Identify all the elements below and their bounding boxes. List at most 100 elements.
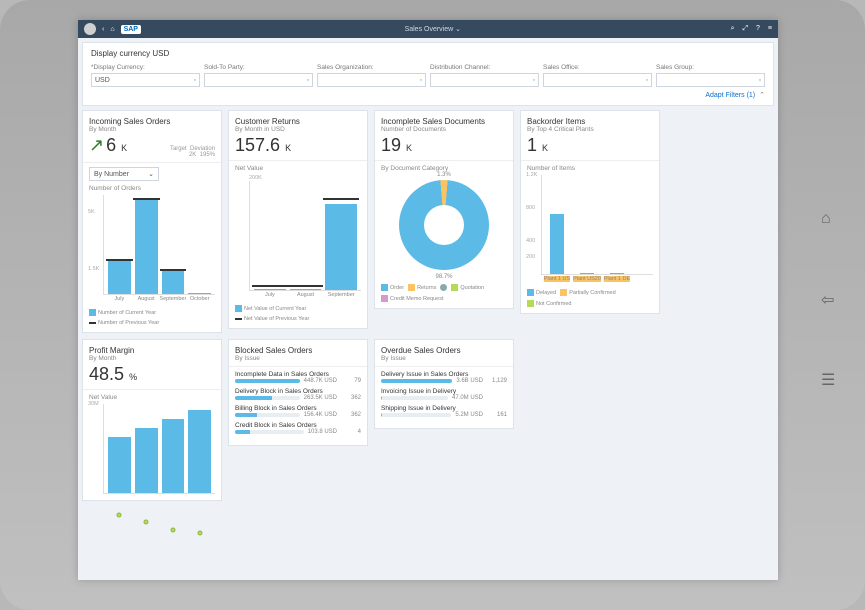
chart-section: Net Value (235, 165, 361, 172)
chart-legend: Number of Current Year Number of Previou… (89, 309, 215, 326)
list-item[interactable]: Delivery Block in Sales Orders263.5K USD… (235, 388, 361, 401)
list-item[interactable]: Shipping Issue in Delivery5.2M USD 161 (381, 405, 507, 418)
row-value: 3.6B USD (456, 378, 483, 384)
row-value: 263.5K USD (304, 395, 337, 401)
chart-legend: Delayed Partially Confirmed Not Confirme… (527, 289, 653, 307)
page-title: Sales Overview ⌄ (141, 25, 725, 33)
home-icon[interactable]: ⌂ (110, 26, 114, 33)
card-subtitle: By Month in USD (235, 126, 361, 133)
sales-group-input[interactable]: ▫ (656, 73, 765, 87)
device-back-button: ⌂ (821, 210, 843, 232)
list-item[interactable]: Incomplete Data in Sales Orders448.7K US… (235, 371, 361, 384)
incoming-chart: 5K 1.5K July August September October (103, 195, 215, 295)
valuehelp-icon[interactable]: ▫ (759, 77, 761, 84)
card-title: Backorder Items (527, 117, 653, 126)
card-subtitle: By Month (89, 126, 215, 133)
row-value: 47.0M USD (452, 395, 483, 401)
valuehelp-icon[interactable]: ▫ (420, 77, 422, 84)
row-title: Delivery Block in Sales Orders (235, 388, 361, 395)
card-blocked-orders[interactable]: Blocked Sales Orders By Issue Incomplete… (228, 339, 368, 446)
row-count: 79 (341, 378, 361, 384)
progress-bar (235, 379, 300, 383)
valuehelp-icon[interactable]: ▫ (646, 77, 648, 84)
card-title: Customer Returns (235, 117, 361, 126)
valuehelp-icon[interactable]: ▫ (307, 77, 309, 84)
returns-chart: July August September (249, 181, 361, 291)
row-value: 103.8 USD (308, 429, 337, 435)
card-title: Incomplete Sales Documents (381, 117, 507, 126)
row-value: 5.2M USD (455, 412, 483, 418)
back-icon[interactable]: ‹ (102, 26, 104, 33)
card-subtitle: By Issue (381, 355, 507, 362)
chart-section: Number of Items (527, 165, 653, 172)
card-subtitle: Number of Documents (381, 126, 507, 133)
chevron-down-icon[interactable]: ⌄ (455, 26, 461, 33)
valuehelp-icon[interactable]: ▫ (194, 77, 196, 84)
filter-label: *Display Currency: (91, 64, 200, 71)
dist-channel-input[interactable]: ▫ (430, 73, 539, 87)
search-icon[interactable]: ⌕ (731, 25, 735, 32)
progress-bar (235, 413, 300, 417)
card-overdue-orders[interactable]: Overdue Sales Orders By Issue Delivery I… (374, 339, 514, 429)
card-backorder[interactable]: Backorder Items By Top 4 Critical Plants… (520, 110, 660, 314)
by-number-select[interactable]: By Number⌄ (89, 167, 159, 181)
sales-org-input[interactable]: ▫ (317, 73, 426, 87)
help-icon[interactable]: ? (756, 25, 760, 32)
list-item[interactable]: Billing Block in Sales Orders156.4K USD3… (235, 405, 361, 418)
chevron-down-icon: ⌄ (148, 170, 154, 178)
progress-bar (381, 379, 452, 383)
card-subtitle: By Month (89, 355, 215, 362)
row-title: Invoicing Issue in Delivery (381, 388, 507, 395)
row-count: 161 (487, 412, 507, 418)
card-subtitle: By Issue (235, 355, 361, 362)
device-home-button: ⇦ (821, 290, 843, 312)
app-shell-bar: ‹ ⌂ SAP Sales Overview ⌄ ⌕ ⤢ ? ≡ (78, 20, 778, 38)
row-title: Delivery Issue in Sales Orders (381, 371, 507, 378)
backorder-chart: 1.2K 800 400 200 Plant 1 US Plant US20 P… (541, 175, 653, 275)
row-count: 362 (341, 395, 361, 401)
list-item[interactable]: Credit Block in Sales Orders103.8 USD4 (235, 422, 361, 435)
resize-icon[interactable]: ⤢ (742, 25, 748, 32)
progress-bar (381, 396, 448, 400)
sales-office-input[interactable]: ▫ (543, 73, 652, 87)
card-incoming-sales[interactable]: Incoming Sales Orders By Month ↗6 K Targ… (82, 110, 222, 333)
chart-section: Number of Orders (89, 185, 215, 192)
adapt-filters-link[interactable]: Adapt Filters (1) (705, 92, 755, 99)
chart-section: By Document Category (381, 165, 507, 172)
list-item[interactable]: Invoicing Issue in Delivery47.0M USD (381, 388, 507, 401)
filter-header: Display currency USD (91, 49, 765, 58)
card-title: Blocked Sales Orders (235, 346, 361, 355)
row-title: Incomplete Data in Sales Orders (235, 371, 361, 378)
page-title-text: Sales Overview (405, 26, 454, 33)
chart-section: Net Value (89, 394, 215, 401)
valuehelp-icon[interactable]: ▫ (533, 77, 535, 84)
list-item[interactable]: Delivery Issue in Sales Orders3.6B USD 1,… (381, 371, 507, 384)
menu-icon[interactable]: ≡ (768, 25, 772, 32)
row-title: Billing Block in Sales Orders (235, 405, 361, 412)
kpi-value: 157.6 K (235, 135, 361, 156)
progress-bar (381, 413, 451, 417)
progress-bar (235, 396, 300, 400)
filter-label: Sales Organization: (317, 64, 426, 71)
card-customer-returns[interactable]: Customer Returns By Month in USD 157.6 K… (228, 110, 368, 329)
row-title: Credit Block in Sales Orders (235, 422, 361, 429)
sold-to-input[interactable]: ▫ (204, 73, 313, 87)
display-currency-input[interactable]: USD ▫ (91, 73, 200, 87)
profit-chart: 30M (103, 404, 215, 494)
row-count: 1,129 (487, 378, 507, 384)
row-title: Shipping Issue in Delivery (381, 405, 507, 412)
collapse-icon[interactable]: ⌃ (759, 92, 765, 99)
row-value: 448.7K USD (304, 378, 337, 384)
trend-up-icon: ↗ (89, 135, 104, 155)
card-incomplete-docs[interactable]: Incomplete Sales Documents Number of Doc… (374, 110, 514, 309)
input-value: USD (95, 77, 110, 84)
donut-chart: 1.3% 98.7% (399, 180, 489, 270)
card-profit-margin[interactable]: Profit Margin By Month 48.5 % Net Value … (82, 339, 222, 501)
card-title: Incoming Sales Orders (89, 117, 215, 126)
row-count: 362 (341, 412, 361, 418)
chart-legend: Net Value of Current Year Net Value of P… (235, 305, 361, 322)
card-title: Profit Margin (89, 346, 215, 355)
filter-panel: Display currency USD *Display Currency: … (82, 42, 774, 106)
card-title: Overdue Sales Orders (381, 346, 507, 355)
user-avatar[interactable] (84, 23, 96, 35)
